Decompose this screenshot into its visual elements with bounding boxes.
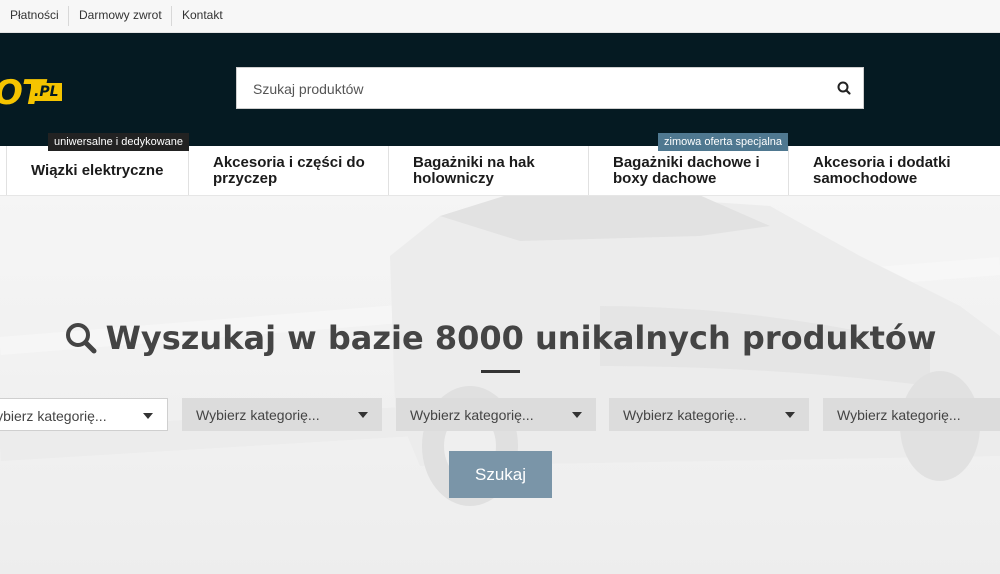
link-free-return[interactable]: Darmowy zwrot: [79, 8, 162, 22]
divider: [68, 6, 69, 26]
logo[interactable]: OT .PL: [0, 78, 80, 112]
chevron-down-icon: [785, 412, 795, 418]
title-divider: [481, 370, 520, 373]
nav-item-roof-boxes[interactable]: Bagażniki dachowe i boxy dachowe: [588, 146, 788, 195]
nav-item-towbar-carriers[interactable]: Bagażniki na hak holowniczy: [388, 146, 588, 195]
chevron-down-icon: [572, 412, 582, 418]
badge-winter-offer: zimowa oferta specjalna: [658, 133, 789, 151]
search-input[interactable]: [251, 68, 825, 110]
nav-item-car-accessories[interactable]: Akcesoria i dodatki samochodowe: [788, 146, 1000, 195]
category-select-5[interactable]: Wybierz kategorię...: [823, 398, 1000, 431]
search-submit-button[interactable]: Szukaj: [449, 451, 552, 498]
nav-item-label: Bagażniki na hak holowniczy: [413, 154, 535, 187]
hero-title-text: Wyszukaj w bazie 8000 unikalnych produkt…: [105, 319, 937, 357]
nav-item-label: Akcesoria i części do przyczep: [213, 154, 365, 187]
select-value: Wybierz kategorię...: [196, 407, 320, 423]
category-select-2[interactable]: Wybierz kategorię...: [182, 398, 382, 431]
badge-universal: uniwersalne i dedykowane: [48, 133, 190, 151]
site-header: OT .PL: [0, 33, 1000, 146]
select-value: Wybierz kategorię...: [410, 407, 534, 423]
main-navigation: Wiązki elektryczne Akcesoria i części do…: [0, 146, 1000, 196]
nav-item-label: Wiązki elektryczne: [31, 162, 164, 179]
divider: [171, 6, 172, 26]
category-select-1[interactable]: Wybierz kategorię...: [0, 398, 168, 431]
category-select-3[interactable]: Wybierz kategorię...: [396, 398, 596, 431]
hero-section: Wyszukaj w bazie 8000 unikalnych produkt…: [0, 196, 1000, 574]
top-utility-bar: Płatności Darmowy zwrot Kontakt: [0, 0, 1000, 33]
search-icon: [65, 323, 97, 354]
search-bar: [236, 67, 864, 110]
search-button[interactable]: [825, 68, 863, 108]
nav-item-label: Akcesoria i dodatki samochodowe: [813, 154, 951, 187]
chevron-down-icon: [358, 412, 368, 418]
select-value: Wybierz kategorię...: [0, 408, 107, 424]
category-select-4[interactable]: Wybierz kategorię...: [609, 398, 809, 431]
select-value: Wybierz kategorię...: [623, 407, 747, 423]
car-background-image: [0, 196, 1000, 574]
link-payments[interactable]: Płatności: [10, 8, 59, 22]
search-icon: [837, 81, 851, 95]
hero-heading: Wyszukaj w bazie 8000 unikalnych produkt…: [0, 317, 1000, 357]
chevron-down-icon: [143, 413, 153, 419]
nav-item-label: Bagażniki dachowe i boxy dachowe: [613, 154, 760, 187]
nav-item-trailer-parts[interactable]: Akcesoria i części do przyczep: [188, 146, 388, 195]
logo-suffix: .PL: [31, 83, 62, 101]
select-value: Wybierz kategorię...: [837, 407, 961, 423]
nav-item-wiring[interactable]: Wiązki elektryczne: [6, 146, 188, 195]
link-contact[interactable]: Kontakt: [182, 8, 223, 22]
